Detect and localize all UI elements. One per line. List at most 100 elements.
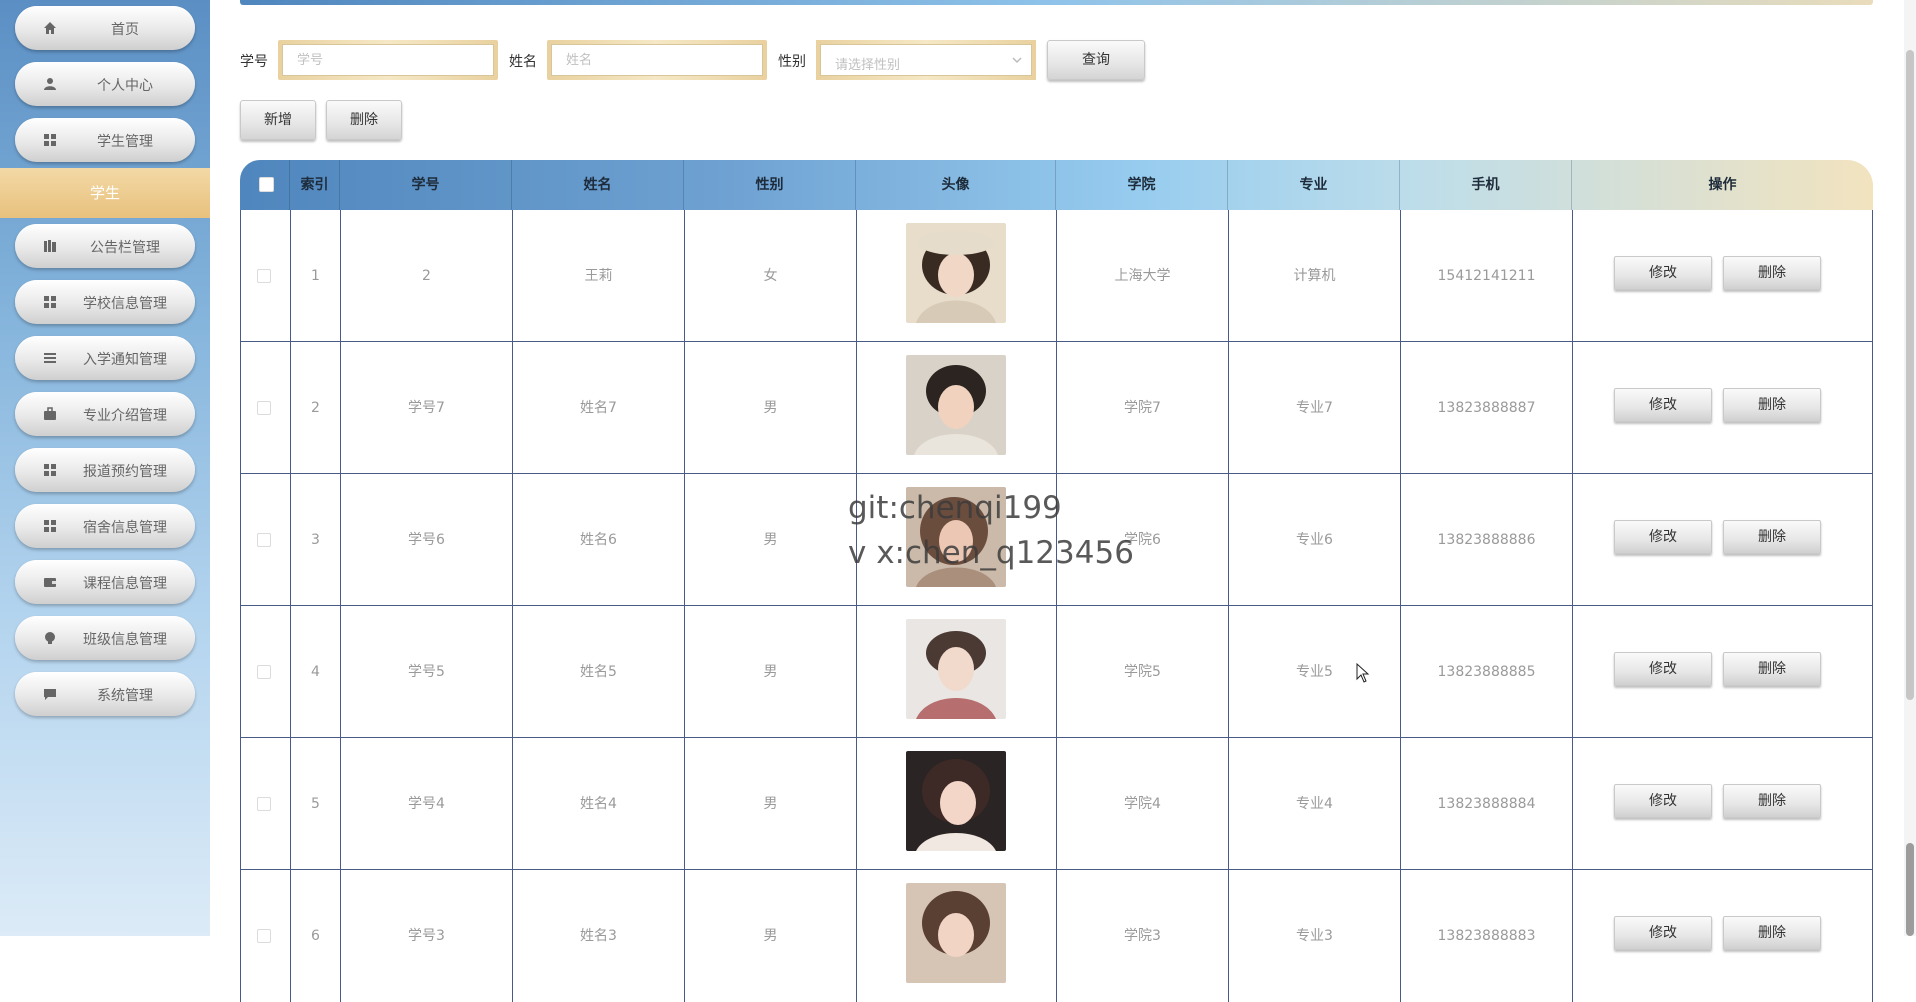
col-college: 学院 — [1056, 160, 1228, 210]
col-avatar: 头像 — [856, 160, 1056, 210]
cell-college: 学院7 — [1057, 342, 1229, 474]
vertical-scrollbar[interactable] — [1904, 0, 1916, 936]
edit-button[interactable]: 修改 — [1614, 388, 1712, 422]
cell-college: 上海大学 — [1057, 210, 1229, 342]
delete-button[interactable]: 删除 — [1723, 388, 1821, 422]
cell-phone: 13823888887 — [1401, 342, 1573, 474]
sidebar-item-home[interactable]: 首页 — [15, 6, 195, 50]
sidebar-item-course[interactable]: 课程信息管理 — [15, 560, 195, 604]
cell-college: 学院3 — [1057, 870, 1229, 1002]
scrollbar-track-thumb[interactable] — [1906, 50, 1914, 700]
col-major: 专业 — [1228, 160, 1400, 210]
sidebar-item-registration[interactable]: 报道预约管理 — [15, 448, 195, 492]
cell-gender: 男 — [685, 870, 857, 1002]
sidebar-item-school-info[interactable]: 学校信息管理 — [15, 280, 195, 324]
col-name: 姓名 — [512, 160, 684, 210]
table-row: 6 学号3 姓名3 男 学院3 专业3 13823888883 修改 删除 — [240, 870, 1873, 1002]
sidebar-item-students[interactable]: 学生管理 — [15, 118, 195, 162]
student-no-input[interactable] — [282, 44, 494, 76]
cell-index: 1 — [291, 210, 341, 342]
scrollbar-thumb[interactable] — [1906, 843, 1914, 936]
col-actions: 操作 — [1708, 177, 1737, 193]
name-input-frame — [547, 40, 767, 80]
avatar — [906, 751, 1006, 851]
cell-major: 计算机 — [1229, 210, 1401, 342]
mouse-cursor-icon — [1356, 663, 1370, 683]
edit-button[interactable]: 修改 — [1614, 652, 1712, 686]
row-checkbox[interactable] — [257, 269, 271, 283]
avatar — [906, 619, 1006, 719]
cell-college: 学院5 — [1057, 606, 1229, 738]
edit-button[interactable]: 修改 — [1614, 256, 1712, 290]
cell-major: 专业6 — [1229, 474, 1401, 606]
gender-select[interactable]: 请选择性别 — [816, 40, 1036, 80]
edit-button[interactable]: 修改 — [1614, 520, 1712, 554]
name-input[interactable] — [551, 44, 763, 76]
avatar — [906, 355, 1006, 455]
table-row: 5 学号4 姓名4 男 学院4 专业4 13823888884 修改 删除 — [240, 738, 1873, 870]
avatar — [906, 883, 1006, 983]
table-row: 1 2 王莉 女 上海大学 计算机 15412141211 修改 删除 — [240, 210, 1873, 342]
cell-name: 姓名4 — [513, 738, 685, 870]
cell-gender: 女 — [685, 210, 857, 342]
watermark-text: git:chenqi199 v x:chen_q123456 — [848, 490, 1134, 571]
cell-major: 专业5 — [1229, 606, 1401, 738]
query-button[interactable]: 查询 — [1047, 40, 1145, 80]
row-checkbox[interactable] — [257, 533, 271, 547]
cell-index: 6 — [291, 870, 341, 1002]
edit-button[interactable]: 修改 — [1614, 784, 1712, 818]
table-row: 2 学号7 姓名7 男 学院7 专业7 13823888887 修改 删除 — [240, 342, 1873, 474]
cell-phone: 13823888885 — [1401, 606, 1573, 738]
cell-gender: 男 — [685, 606, 857, 738]
chevron-down-icon — [1012, 57, 1022, 64]
row-checkbox[interactable] — [257, 401, 271, 415]
batch-delete-button[interactable]: 删除 — [326, 100, 402, 140]
delete-button[interactable]: 删除 — [1723, 916, 1821, 950]
sidebar-item-major-intro[interactable]: 专业介绍管理 — [15, 392, 195, 436]
select-all-checkbox[interactable] — [259, 177, 274, 192]
table-header: 索引 学号 姓名 性别 头像 学院 专业 手机 操作 — [240, 160, 1873, 210]
edit-button[interactable]: 修改 — [1614, 916, 1712, 950]
cell-student-no: 学号5 — [341, 606, 513, 738]
sidebar-item-profile[interactable]: 个人中心 — [15, 62, 195, 106]
row-checkbox[interactable] — [257, 797, 271, 811]
row-checkbox[interactable] — [257, 665, 271, 679]
sidebar-item-admission-notice[interactable]: 入学通知管理 — [15, 336, 195, 380]
cell-index: 5 — [291, 738, 341, 870]
cell-phone: 13823888883 — [1401, 870, 1573, 1002]
add-button[interactable]: 新增 — [240, 100, 316, 140]
cell-phone: 13823888886 — [1401, 474, 1573, 606]
sidebar-item-notice-board[interactable]: 公告栏管理 — [15, 224, 195, 268]
cell-gender: 男 — [685, 342, 857, 474]
delete-button[interactable]: 删除 — [1723, 256, 1821, 290]
cell-gender: 男 — [685, 738, 857, 870]
row-checkbox[interactable] — [257, 929, 271, 943]
cell-index: 2 — [291, 342, 341, 474]
cell-index: 3 — [291, 474, 341, 606]
cell-name: 姓名3 — [513, 870, 685, 1002]
delete-button[interactable]: 删除 — [1723, 652, 1821, 686]
col-gender: 性别 — [684, 160, 856, 210]
cell-college: 学院4 — [1057, 738, 1229, 870]
student-no-label: 学号 — [240, 54, 268, 70]
sidebar-item-class[interactable]: 班级信息管理 — [15, 616, 195, 660]
cell-name: 王莉 — [513, 210, 685, 342]
col-student-no: 学号 — [340, 160, 512, 210]
cell-phone: 13823888884 — [1401, 738, 1573, 870]
delete-button[interactable]: 删除 — [1723, 784, 1821, 818]
col-phone: 手机 — [1400, 160, 1572, 210]
gender-label: 性别 — [778, 54, 806, 70]
sidebar: 首页 个人中心 学生管理 学生 公告栏管理 学校信息管理 入学通知管理 专业介绍… — [0, 0, 210, 936]
table-row: 4 学号5 姓名5 男 学院5 专业5 13823888885 修改 删除 — [240, 606, 1873, 738]
cell-name: 姓名6 — [513, 474, 685, 606]
cell-student-no: 学号6 — [341, 474, 513, 606]
avatar — [906, 223, 1006, 323]
cell-major: 专业4 — [1229, 738, 1401, 870]
cell-major: 专业3 — [1229, 870, 1401, 1002]
cell-student-no: 学号4 — [341, 738, 513, 870]
delete-button[interactable]: 删除 — [1723, 520, 1821, 554]
sidebar-item-student-active[interactable]: 学生 — [0, 168, 210, 218]
sidebar-item-dormitory[interactable]: 宿舍信息管理 — [15, 504, 195, 548]
sidebar-item-system[interactable]: 系统管理 — [15, 672, 195, 716]
cell-name: 姓名7 — [513, 342, 685, 474]
